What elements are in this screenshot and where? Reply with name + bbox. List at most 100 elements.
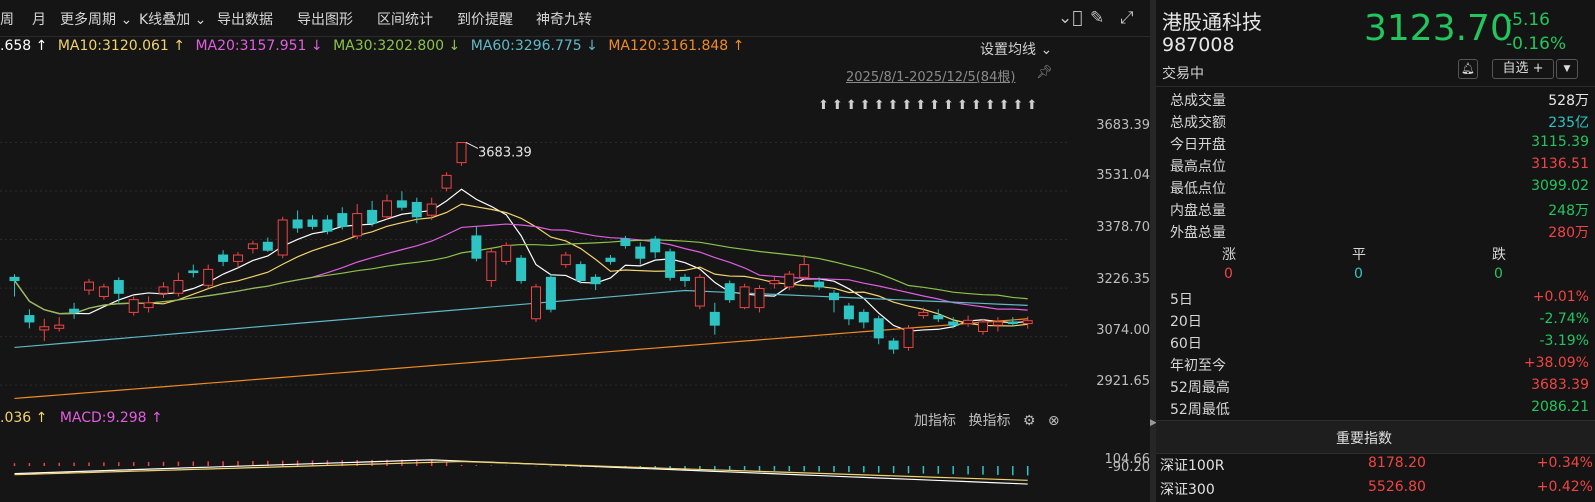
candle[interactable] (799, 264, 810, 278)
add-indicator-button[interactable]: 加指标 (914, 413, 956, 429)
candle[interactable] (367, 209, 378, 224)
candle[interactable] (173, 280, 184, 294)
candle[interactable] (218, 254, 229, 262)
candle[interactable] (143, 302, 154, 309)
candle[interactable] (382, 200, 392, 218)
candle[interactable] (203, 268, 214, 286)
export-data-button[interactable]: 导出数据 (217, 9, 273, 29)
export-chart-button[interactable]: 导出图形 (297, 9, 353, 29)
chart-pane: 周 月 更多周期 ⌄ K线叠加 ⌄ 导出数据 导出图形 区间统计 到价提醒 神奇… (0, 0, 1150, 502)
candle[interactable] (769, 280, 780, 285)
candle[interactable] (724, 283, 735, 301)
macd-chart[interactable] (0, 430, 1150, 502)
candle[interactable] (456, 142, 467, 164)
candle[interactable] (605, 257, 616, 262)
index-row[interactable]: 深证300 5526.80 +0.42% (1160, 479, 1595, 501)
candle[interactable] (233, 254, 243, 262)
magic-nine-button[interactable]: 神奇九转 (536, 9, 592, 29)
candle[interactable] (694, 276, 705, 307)
change-indicator-button[interactable]: 换指标 (968, 413, 1010, 429)
add-watchlist-button[interactable]: 自选 + (1492, 59, 1554, 79)
candle[interactable] (680, 276, 690, 282)
close-icon[interactable]: ⊗ (1048, 413, 1060, 429)
expand-icon[interactable]: ⤢ (1120, 8, 1134, 28)
brush-icon[interactable]: ✎ (1090, 8, 1104, 28)
candle[interactable] (933, 315, 944, 320)
candle[interactable] (188, 270, 199, 274)
candle[interactable] (322, 219, 333, 232)
stat-row: 总成交额 235亿 (1170, 112, 1595, 134)
period-week[interactable]: 周 (0, 9, 14, 29)
candle[interactable] (545, 276, 556, 310)
circle-check-icon[interactable]: ⌄⃝ (1058, 8, 1082, 28)
price-alert-button[interactable]: 到价提醒 (457, 9, 513, 29)
candle[interactable] (978, 321, 988, 333)
candle[interactable] (1007, 321, 1018, 325)
candle[interactable] (98, 286, 109, 297)
candle[interactable] (113, 280, 124, 294)
pin-icon[interactable]: 📌︎ (1036, 65, 1053, 80)
chart-toolbar: 周 月 更多周期 ⌄ K线叠加 ⌄ 导出数据 导出图形 区间统计 到价提醒 神奇… (0, 0, 1150, 37)
candle[interactable] (963, 319, 974, 325)
candle[interactable] (441, 174, 452, 189)
candle[interactable] (69, 308, 80, 313)
candle[interactable] (9, 276, 20, 282)
candle[interactable] (158, 286, 169, 294)
bell-icon[interactable]: 🔔︎ (1458, 59, 1478, 79)
range-stats-button[interactable]: 区间统计 (377, 9, 433, 29)
candle[interactable] (858, 311, 869, 323)
candle[interactable] (784, 273, 795, 288)
index-price: 5526.80 (1368, 479, 1426, 495)
candle[interactable] (814, 281, 825, 288)
candle[interactable] (665, 251, 676, 278)
candle[interactable] (337, 213, 348, 227)
candle[interactable] (888, 340, 899, 350)
gear-icon[interactable]: ⚙ (1023, 413, 1036, 429)
kline-overlay-dropdown[interactable]: K线叠加 ⌄ (139, 9, 206, 29)
candle[interactable] (709, 311, 720, 326)
ma-settings-dropdown[interactable]: 设置均线 ⌄ (980, 39, 1052, 59)
candle[interactable] (843, 305, 854, 320)
candle[interactable] (873, 318, 884, 339)
candle[interactable] (739, 286, 750, 309)
candle[interactable] (411, 201, 422, 218)
candle[interactable] (24, 315, 35, 323)
candle[interactable] (39, 326, 50, 331)
candle[interactable] (903, 327, 914, 348)
stat-label: 最高点位 (1170, 159, 1226, 175)
candle[interactable] (84, 281, 94, 291)
candle[interactable] (352, 213, 363, 237)
candle[interactable] (1022, 320, 1033, 325)
candle[interactable] (262, 241, 273, 251)
more-periods-dropdown[interactable]: 更多周期 ⌄ (60, 9, 132, 29)
candle[interactable] (426, 203, 437, 216)
candle[interactable] (754, 287, 765, 309)
candle[interactable] (516, 257, 527, 282)
candle[interactable] (292, 219, 303, 229)
candle[interactable] (307, 219, 318, 227)
candle[interactable] (575, 264, 586, 282)
date-range-label[interactable]: 2025/8/1-2025/12/5(84根) (846, 66, 1015, 85)
candle[interactable] (501, 244, 512, 262)
candle[interactable] (396, 200, 407, 208)
candle[interactable] (486, 251, 497, 282)
candle[interactable] (620, 238, 631, 246)
candle[interactable] (54, 324, 65, 329)
index-row[interactable]: 深证100R 8178.20 +0.34% (1160, 455, 1595, 477)
candle[interactable] (560, 254, 571, 266)
candle[interactable] (635, 246, 646, 259)
candle[interactable] (531, 286, 541, 320)
kline-chart[interactable]: 3683.39 (0, 118, 1150, 408)
candle[interactable] (992, 321, 1003, 326)
candle[interactable] (247, 243, 258, 250)
candle[interactable] (918, 311, 929, 317)
candle[interactable] (128, 299, 139, 313)
chevron-down-icon[interactable]: ▼ (1556, 59, 1578, 79)
candle[interactable] (471, 235, 482, 259)
candle[interactable] (277, 219, 288, 256)
candle[interactable] (829, 292, 839, 301)
period-month[interactable]: 月 (32, 9, 46, 29)
candle[interactable] (650, 238, 661, 253)
candle[interactable] (590, 276, 601, 285)
candle[interactable] (948, 321, 959, 326)
